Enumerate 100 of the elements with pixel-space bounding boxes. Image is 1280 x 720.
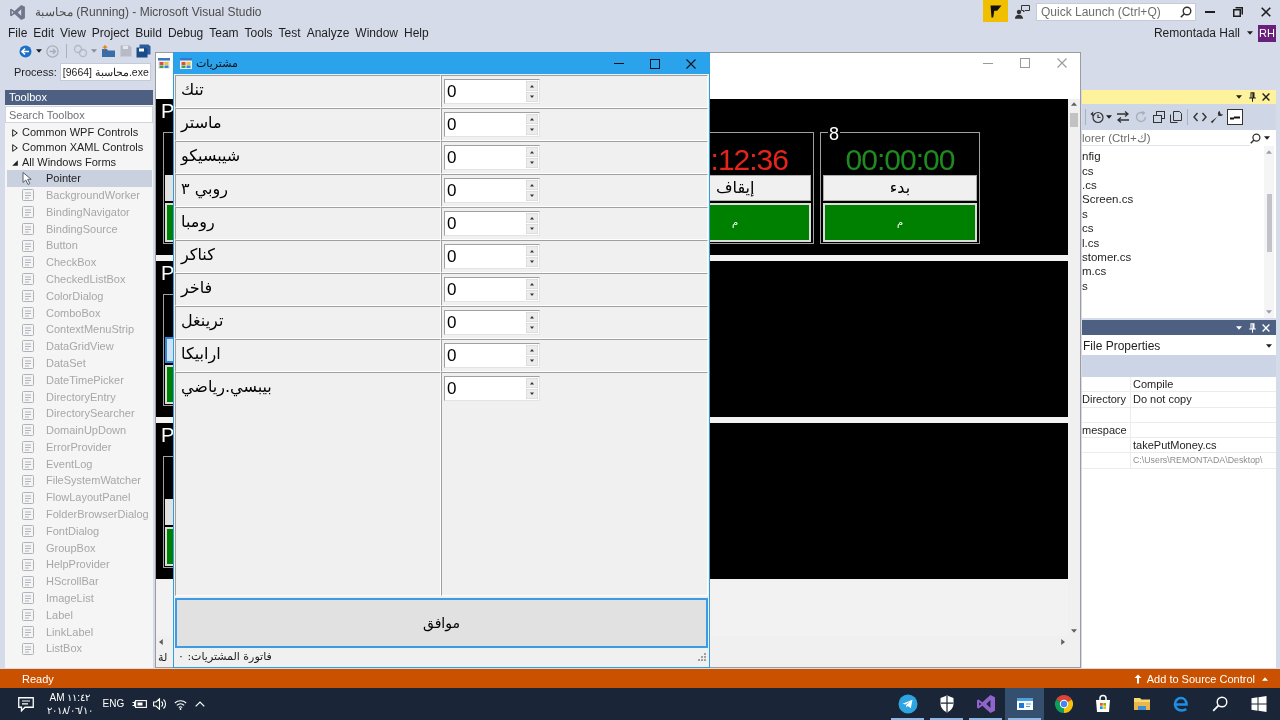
spin-up-icon[interactable] (526, 81, 538, 91)
spin-up-icon[interactable] (526, 279, 538, 289)
search-icon[interactable] (1180, 6, 1192, 18)
menu-item[interactable]: Analyze (303, 25, 353, 41)
wifi-icon[interactable] (174, 698, 188, 710)
spin-down-icon[interactable] (526, 257, 538, 267)
person-speech-icon[interactable] (1015, 5, 1030, 19)
spin-up-icon[interactable] (526, 246, 538, 256)
tree-item[interactable]: cs (1082, 163, 1094, 178)
caret-icon[interactable] (1264, 136, 1270, 140)
tree-item[interactable]: l.cs (1082, 235, 1100, 250)
toolbox-item[interactable]: Pointer (7, 170, 152, 187)
menu-item[interactable]: Help (401, 25, 432, 41)
code-brackets-icon[interactable] (1193, 110, 1207, 124)
folder-star-icon[interactable] (101, 44, 116, 58)
spin-down-icon[interactable] (526, 389, 538, 399)
property-value[interactable]: Compile (1133, 377, 1174, 391)
user-avatar[interactable]: RH (1258, 24, 1276, 42)
notification-icon[interactable] (18, 696, 34, 712)
vertical-scrollbar[interactable] (1264, 146, 1274, 318)
menu-item[interactable]: Test (275, 25, 304, 41)
spin-down-icon[interactable] (526, 158, 538, 168)
tree-item[interactable]: .cs (1082, 177, 1097, 192)
ok-button[interactable]: موافق (175, 598, 708, 648)
back-icon[interactable] (19, 44, 32, 58)
clock-button[interactable]: AM ١١:٤٢ ٢٠١٨/٠٦/١٠ (47, 691, 93, 717)
menu-item[interactable]: Team (206, 25, 242, 41)
tree-item[interactable]: stomer.cs (1082, 249, 1132, 264)
spin-up-icon[interactable] (526, 180, 538, 190)
caret-icon[interactable] (1236, 325, 1242, 330)
solution-search-field[interactable]: lorer (Ctrl+ك) (1082, 130, 1250, 146)
spin-up-icon[interactable] (526, 147, 538, 157)
scroll-left-icon[interactable] (159, 639, 163, 645)
quantity-spinner[interactable]: 0 (444, 244, 540, 269)
flag-button[interactable] (983, 0, 1008, 22)
spin-down-icon[interactable] (526, 290, 538, 300)
quantity-spinner[interactable]: 0 (444, 145, 540, 170)
tree-item[interactable]: s (1082, 278, 1088, 293)
quick-launch-field[interactable]: Quick Launch (Ctrl+Q) (1036, 3, 1196, 21)
menu-item[interactable]: Project (88, 25, 133, 41)
toolbox-search-field[interactable]: Search Toolbox (5, 106, 153, 123)
menu-item[interactable]: Build (132, 25, 165, 41)
quantity-spinner[interactable]: 0 (444, 79, 540, 104)
property-value[interactable]: Do not copy (1133, 392, 1192, 406)
windows-stack-icon[interactable] (1152, 110, 1166, 124)
spin-down-icon[interactable] (526, 191, 538, 201)
volume-icon[interactable] (153, 698, 168, 710)
tree-item[interactable]: s (1082, 206, 1088, 221)
quantity-spinner[interactable]: 0 (444, 277, 540, 302)
tree-group[interactable]: All Windows Forms (5, 155, 153, 170)
tree-group[interactable]: Common XAML Controls (5, 140, 153, 155)
menu-item[interactable]: Tools (241, 25, 276, 41)
tree-group[interactable]: Common WPF Controls (5, 125, 153, 140)
quantity-spinner[interactable]: 0 (444, 178, 540, 203)
collapsed-arrow-icon[interactable] (12, 143, 18, 152)
spin-down-icon[interactable] (526, 356, 538, 366)
pin-icon[interactable] (1249, 92, 1256, 102)
clock-icon[interactable] (1090, 110, 1104, 124)
close-icon[interactable] (1262, 93, 1270, 101)
menu-item[interactable]: Edit (30, 25, 58, 41)
caret-icon[interactable] (1106, 115, 1112, 119)
properties-icon[interactable] (1227, 109, 1243, 125)
timer-action-button[interactable] (165, 365, 173, 404)
menu-item[interactable]: File (5, 25, 31, 41)
tree-item[interactable]: Screen.cs (1082, 192, 1134, 207)
caret-icon[interactable] (1266, 344, 1272, 348)
swap-arrows-icon[interactable] (1116, 110, 1130, 124)
scroll-right-icon[interactable] (1061, 639, 1065, 645)
tree-item[interactable]: m.cs (1082, 264, 1107, 279)
spin-down-icon[interactable] (526, 323, 538, 333)
pin-icon[interactable] (1249, 322, 1256, 333)
vertical-scrollbar[interactable] (1068, 99, 1080, 636)
battery-icon[interactable] (132, 699, 148, 709)
caret-icon[interactable] (1236, 95, 1242, 99)
save-all-icon[interactable] (136, 44, 151, 58)
search-icon[interactable] (1250, 132, 1261, 144)
taskbar-app[interactable] (1005, 688, 1044, 720)
quantity-spinner[interactable]: 0 (444, 376, 540, 401)
quantity-spinner[interactable]: 0 (444, 343, 540, 368)
expanded-arrow-icon[interactable] (12, 159, 18, 166)
chevron-up-icon[interactable] (195, 701, 206, 707)
wrench-icon[interactable] (1210, 110, 1224, 124)
caret-icon[interactable] (1247, 31, 1253, 35)
collapsed-arrow-icon[interactable] (12, 128, 18, 137)
menu-item[interactable]: Debug (164, 25, 207, 41)
timer-action-button[interactable] (165, 203, 173, 242)
caret-icon[interactable] (36, 49, 42, 53)
spin-up-icon[interactable] (526, 213, 538, 223)
copy-icon[interactable] (1169, 110, 1183, 124)
tree-item[interactable]: cs (1082, 221, 1094, 236)
resize-grip-icon[interactable] (698, 653, 706, 661)
spin-up-icon[interactable] (526, 345, 538, 355)
process-field[interactable]: [9664] محاسبة.exe (59, 63, 151, 81)
spin-up-icon[interactable] (526, 114, 538, 124)
spin-up-icon[interactable] (526, 378, 538, 388)
spin-down-icon[interactable] (526, 125, 538, 135)
spin-down-icon[interactable] (526, 92, 538, 102)
menu-item[interactable]: Window (352, 25, 401, 41)
spin-down-icon[interactable] (526, 224, 538, 234)
property-value[interactable]: C:\Users\REMONTADA\Desktop\ (1133, 454, 1263, 468)
